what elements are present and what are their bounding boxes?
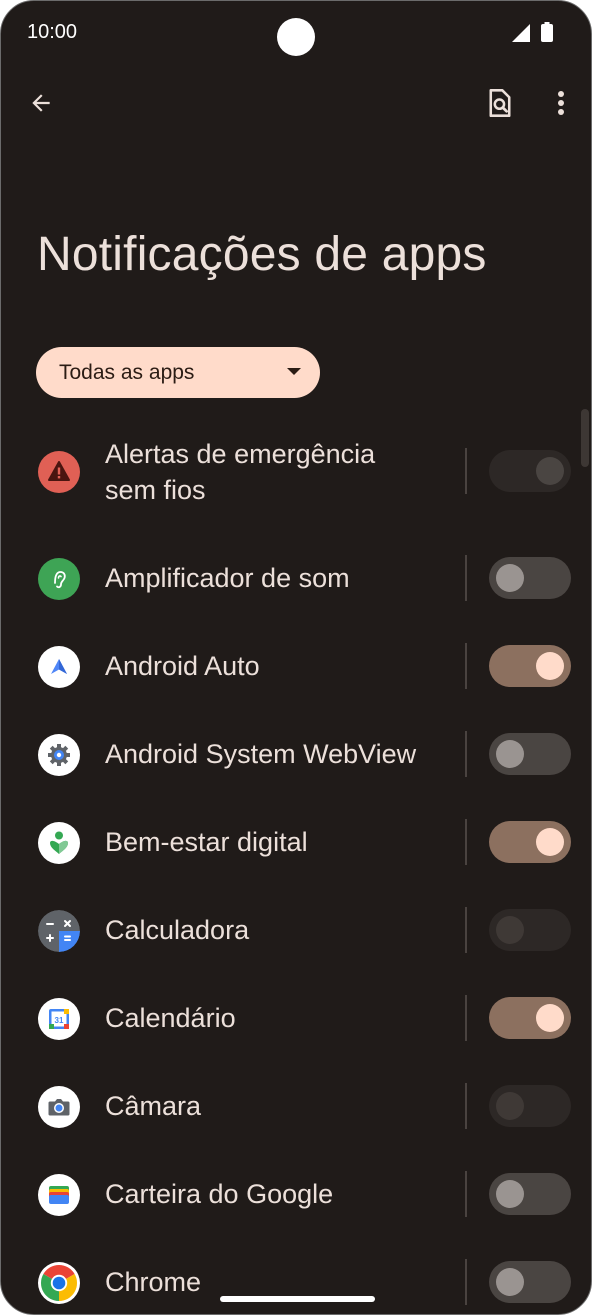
page-title: Notificações de apps: [37, 228, 487, 281]
notification-toggle[interactable]: [489, 1173, 571, 1215]
app-row-chrome[interactable]: Chrome: [1, 1239, 591, 1314]
notification-toggle[interactable]: [489, 557, 571, 599]
app-name: Android Auto: [105, 651, 260, 681]
notification-toggle[interactable]: [489, 645, 571, 687]
notification-toggle[interactable]: [489, 1261, 571, 1303]
camera-cutout: [277, 18, 315, 56]
toggle-thumb: [536, 457, 564, 485]
app-name: Calculadora: [105, 915, 250, 945]
divider: [465, 1083, 467, 1129]
toggle-thumb: [496, 1092, 524, 1120]
gesture-home-bar[interactable]: [220, 1296, 375, 1302]
toggle-thumb: [536, 1004, 564, 1032]
app-filter-dropdown[interactable]: Todas as apps: [36, 347, 320, 398]
notification-toggle[interactable]: [489, 997, 571, 1039]
app-row-camera[interactable]: Câmara: [1, 1063, 591, 1151]
app-name-line-2: sem fios: [105, 475, 206, 505]
camera-icon: [38, 1086, 80, 1128]
toggle-thumb: [496, 1268, 524, 1296]
divider: [465, 819, 467, 865]
search-settings-icon: [486, 88, 514, 123]
notification-toggle: [489, 1085, 571, 1127]
app-name: Alertas de emergência sem fios: [105, 436, 375, 508]
toggle-thumb: [536, 828, 564, 856]
app-row-calendar[interactable]: 31 Calendário: [1, 975, 591, 1063]
sound-amplifier-icon: [38, 558, 80, 600]
divider: [465, 643, 467, 689]
dropdown-arrow-icon: [287, 368, 301, 375]
toggle-thumb: [496, 564, 524, 592]
app-row-emergency-alerts[interactable]: Alertas de emergência sem fios: [1, 427, 591, 515]
divider: [465, 1259, 467, 1305]
google-wallet-icon: [38, 1174, 80, 1216]
notification-toggle[interactable]: [489, 733, 571, 775]
app-row-android-auto[interactable]: Android Auto: [1, 623, 591, 711]
battery-icon: [541, 22, 553, 47]
search-settings-button[interactable]: [476, 81, 524, 129]
toggle-thumb: [496, 740, 524, 768]
app-name: Carteira do Google: [105, 1179, 334, 1209]
divider: [465, 555, 467, 601]
app-row-calculator[interactable]: Calculadora: [1, 887, 591, 975]
app-name: Calendário: [105, 1003, 236, 1033]
divider: [465, 1171, 467, 1217]
android-auto-icon: [38, 646, 80, 688]
app-name-line-1: Alertas de emergência: [105, 439, 376, 469]
arrow-back-icon: [28, 90, 54, 121]
emergency-alert-icon: [38, 451, 80, 493]
back-button[interactable]: [17, 81, 65, 129]
notification-toggle: [489, 909, 571, 951]
more-options-button[interactable]: [537, 81, 585, 129]
app-name: Bem-estar digital: [105, 827, 308, 857]
toggle-thumb: [496, 916, 524, 944]
divider: [465, 731, 467, 777]
chrome-icon: [38, 1262, 80, 1304]
filter-label: Todas as apps: [59, 361, 195, 384]
divider: [465, 448, 467, 494]
app-name: Chrome: [105, 1267, 202, 1297]
digital-wellbeing-icon: [38, 822, 80, 864]
webview-gear-icon: [38, 734, 80, 776]
more-vert-icon: [557, 90, 565, 121]
cell-signal-icon: [512, 24, 532, 47]
app-name: Câmara: [105, 1091, 202, 1121]
calendar-day: 31: [55, 1016, 64, 1025]
status-time: 10:00: [27, 21, 78, 43]
app-row-google-wallet[interactable]: Carteira do Google: [1, 1151, 591, 1239]
app-row-android-system-webview[interactable]: Android System WebView: [1, 711, 591, 799]
divider: [465, 995, 467, 1041]
app-row-sound-amplifier[interactable]: Amplificador de som: [1, 535, 591, 623]
toggle-thumb: [536, 652, 564, 680]
app-name: Amplificador de som: [105, 563, 350, 593]
app-row-digital-wellbeing[interactable]: Bem-estar digital: [1, 799, 591, 887]
notification-toggle: [489, 450, 571, 492]
phone-screen: 10:00 Notificações de apps Todas as apps: [0, 0, 592, 1315]
app-name: Android System WebView: [105, 739, 417, 769]
divider: [465, 907, 467, 953]
calculator-icon: [38, 910, 80, 952]
toggle-thumb: [496, 1180, 524, 1208]
notification-toggle[interactable]: [489, 821, 571, 863]
calendar-icon: 31: [38, 998, 80, 1040]
